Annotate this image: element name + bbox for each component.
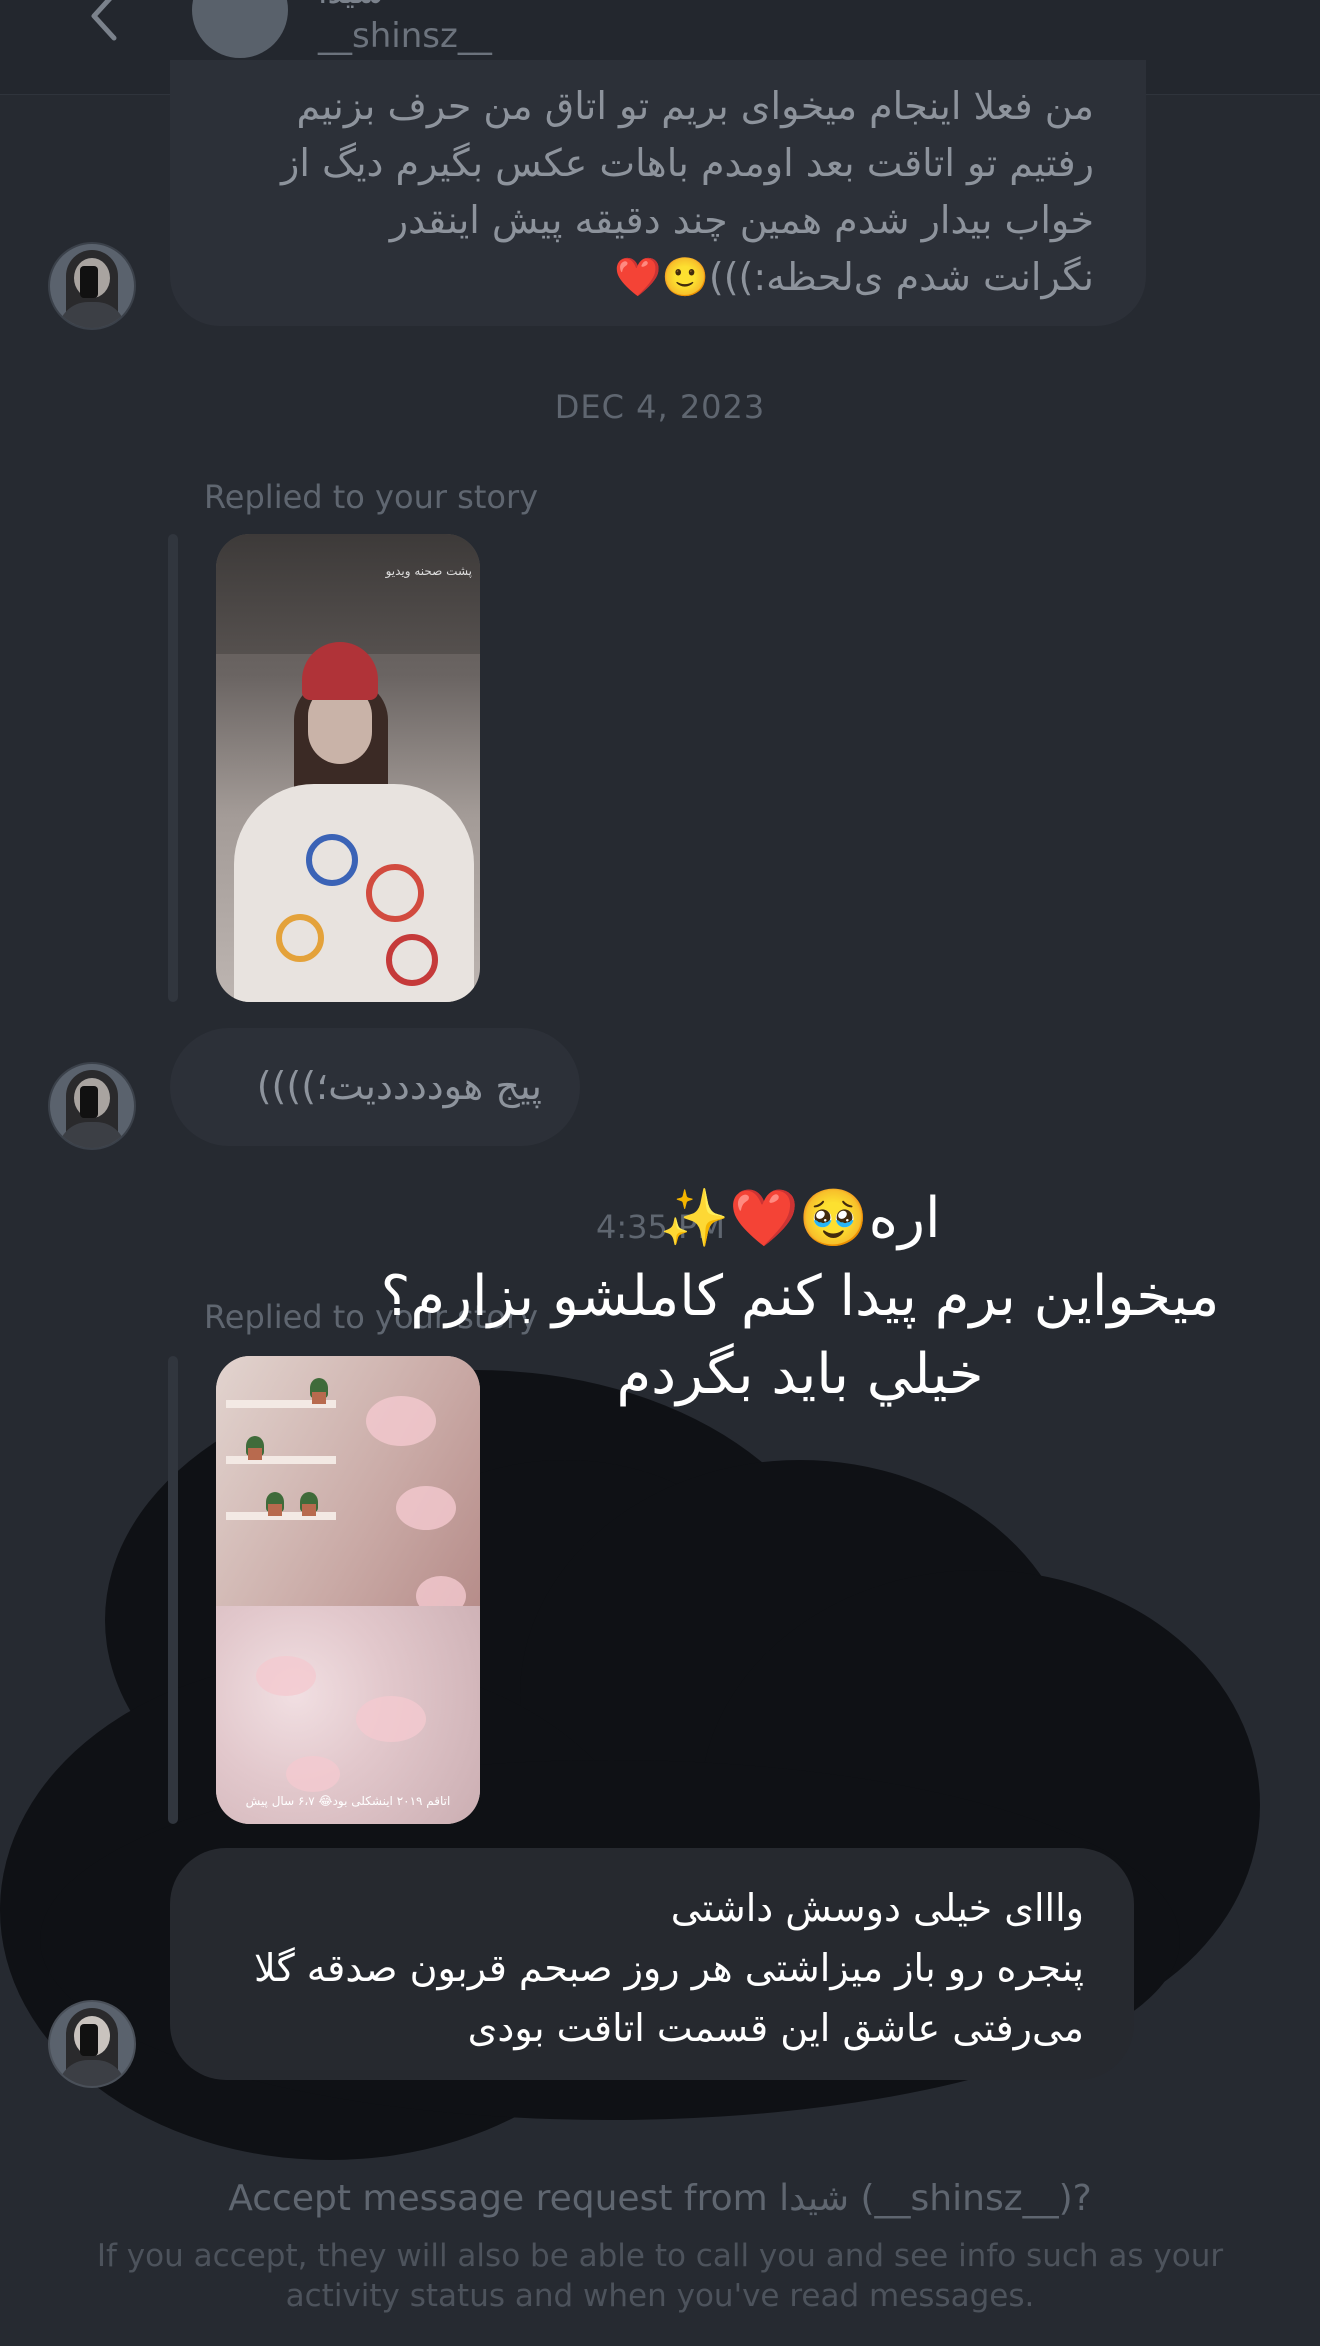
header-display-name[interactable]: شیدا [318,0,384,12]
message-text: پیج هوددددیت؛)))) [256,1064,542,1108]
message-request-subtitle: If you accept, they will also be able to… [96,2238,1224,2314]
sender-avatar[interactable] [48,242,136,330]
message-text: من فعلا اینجام میخوای بریم تو اتاق من حر… [280,84,1094,299]
header-username[interactable]: __shinsz__ [318,16,492,56]
sender-avatar[interactable] [48,1062,136,1150]
overlay-line: خيلي باید بگردم [616,1342,984,1407]
overlay-line: میخواین برم پیدا کنم کاملشو بزارم؟ [380,1264,1220,1329]
message-bubble[interactable]: من فعلا اینجام میخوای بریم تو اتاق من حر… [170,60,1146,326]
message-text: وااای خیلی دوسش داشتی پنجره رو باز میزاش… [253,1886,1084,2050]
story-thumbnail[interactable]: پشت صحنه ویدیو [216,534,480,1002]
story-caption: پشت صحنه ویدیو [385,564,472,578]
reply-indicator-line [168,1356,178,1824]
overlay-text: اره🥹❤️✨ میخواین برم پیدا کنم کاملشو بزار… [290,1180,1310,1414]
date-separator: DEC 4, 2023 [554,388,766,426]
reply-indicator-line [168,534,178,1002]
story-thumbnail[interactable]: اتاقم ۲۰۱۹ اینشکلی بود😂 ۶،۷ سال پیش [216,1356,480,1824]
sender-avatar[interactable] [48,2000,136,2088]
message-request-title: Accept message request from شیدا (__shin… [228,2178,1092,2219]
story-caption: اتاقم ۲۰۱۹ اینشکلی بود😂 ۶،۷ سال پیش [245,1794,451,1808]
message-bubble[interactable]: پیج هوددددیت؛)))) [170,1028,580,1146]
back-arrow-icon[interactable] [80,0,132,42]
story-reply-label: Replied to your story [204,478,539,516]
header-avatar[interactable] [192,0,288,58]
message-bubble[interactable]: وااای خیلی دوسش داشتی پنجره رو باز میزاش… [170,1848,1134,2080]
overlay-line: اره🥹❤️✨ [659,1186,941,1251]
